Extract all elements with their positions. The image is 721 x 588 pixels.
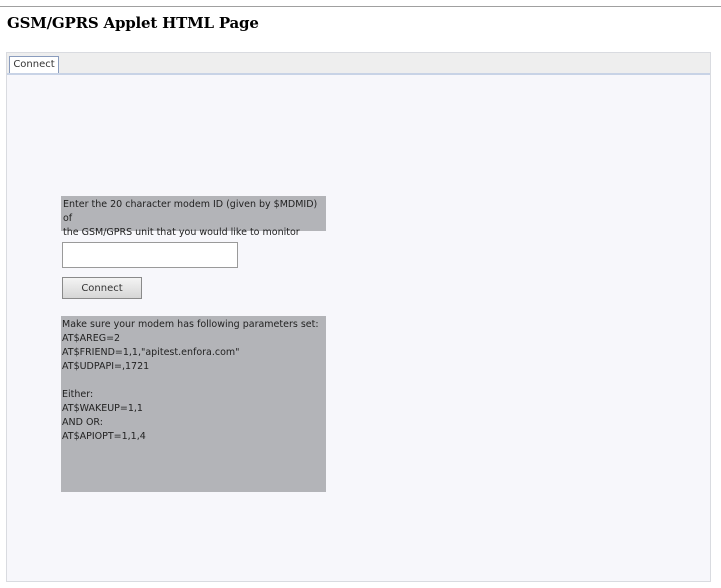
params-line [62, 374, 325, 388]
params-line: AT$WAKEUP=1,1 [62, 403, 143, 414]
params-line: AT$AREG=2 [62, 333, 121, 344]
params-line: Either: [62, 389, 94, 400]
connect-tab-content: Enter the 20 character modem ID (given b… [7, 75, 710, 581]
tab-connect[interactable]: Connect [9, 56, 59, 74]
applet-panel: Connect Enter the 20 character modem ID … [6, 52, 711, 582]
params-line: Make sure your modem has following param… [62, 319, 319, 330]
params-line: AT$UDPAPI=,1721 [62, 361, 150, 372]
params-line: AND OR: [62, 417, 103, 428]
page-title: GSM/GPRS Applet HTML Page [7, 14, 259, 32]
modem-parameters-panel: Make sure your modem has following param… [61, 316, 326, 492]
modem-id-input[interactable] [62, 242, 238, 268]
top-divider [0, 6, 721, 7]
connect-button[interactable]: Connect [62, 277, 142, 299]
modem-id-instructions: Enter the 20 character modem ID (given b… [61, 196, 326, 238]
tab-strip: Connect [7, 53, 710, 74]
params-line: AT$FRIEND=1,1,"apitest.enfora.com" [62, 347, 240, 358]
params-line: AT$APIOPT=1,1,4 [62, 431, 146, 442]
